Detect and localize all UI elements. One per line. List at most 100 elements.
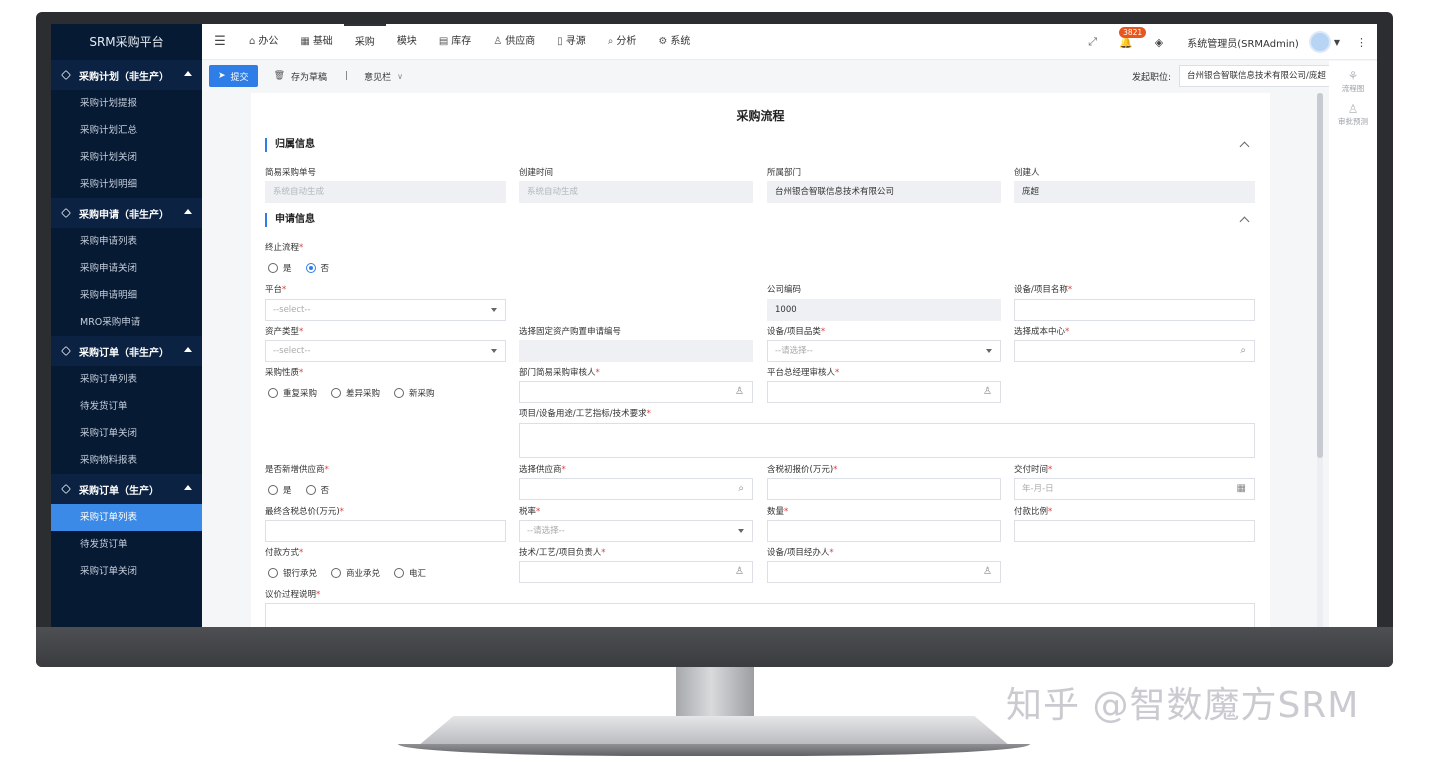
field-label: 简易采购单号	[265, 168, 317, 178]
sidebar-item[interactable]: 待发货订单	[51, 531, 202, 558]
final-price-input[interactable]	[265, 520, 506, 542]
calendar-icon[interactable]: ▦	[1237, 479, 1246, 499]
sidebar-item[interactable]: 采购申请关闭	[51, 255, 202, 282]
fullscreen-icon[interactable]: ⤢	[1088, 35, 1097, 49]
sidebar-item[interactable]: 采购订单关闭	[51, 558, 202, 585]
quantity-input[interactable]	[767, 520, 1001, 542]
radio-bank-acceptance[interactable]: 银行承兑	[268, 567, 317, 579]
menu-toggle-icon[interactable]: ☰	[202, 34, 238, 49]
user-icon[interactable]: ♙	[983, 562, 992, 582]
platform-select[interactable]: --select--	[265, 299, 506, 321]
sourcing-icon: ▯	[557, 35, 563, 47]
sidebar-group-plan[interactable]: 采购计划（非生产）	[51, 60, 202, 90]
right-panel: ⚘ 流程图 ♙ 审批预测	[1329, 61, 1377, 627]
radio-repeat[interactable]: 重复采购	[268, 387, 317, 399]
purpose-textarea[interactable]	[519, 423, 1255, 458]
radio-yes[interactable]: 是	[268, 262, 292, 274]
radio-wire[interactable]: 电汇	[394, 567, 426, 579]
sidebar-item[interactable]: 采购订单列表	[51, 366, 202, 393]
approval-forecast-button[interactable]: ♙ 审批预测	[1329, 102, 1377, 127]
collapse-icon[interactable]	[1239, 141, 1250, 152]
sidebar-item[interactable]: MRO采购申请	[51, 309, 202, 336]
layers-icon[interactable]: ◈	[1155, 36, 1163, 49]
user-icon[interactable]: ♙	[735, 562, 744, 582]
scrollbar[interactable]	[1317, 93, 1323, 627]
nav-supplier[interactable]: ♙ 供应商	[482, 24, 546, 60]
user-name[interactable]: 系统管理员(SRMAdmin)	[1187, 35, 1299, 50]
dept-reviewer-input[interactable]: ♙	[519, 381, 753, 403]
radio-no[interactable]: 否	[305, 484, 329, 496]
tax-rate-select[interactable]: --请选择--	[519, 520, 753, 542]
field-label: 议价过程说明*	[265, 590, 321, 600]
field-label: 选择固定资产购置申请编号	[519, 327, 622, 337]
field-label: 付款方式*	[265, 548, 304, 558]
notification-bell[interactable]: 🔔 3821	[1119, 26, 1147, 49]
chevron-down-icon[interactable]: ▼	[1334, 38, 1340, 47]
radio-commercial-acceptance[interactable]: 商业承兑	[331, 567, 380, 579]
creator-field: 庞超	[1014, 181, 1255, 203]
toolbar: ➤ 提交 🗑 存为草稿 | 意见栏 ∨ 发起职位: 台州银合智联信息技术有限公司/庞超	[202, 61, 1377, 91]
cost-center-input[interactable]: ⌕	[1014, 340, 1255, 362]
search-icon[interactable]: ⌕	[1240, 341, 1246, 361]
tech-owner-input[interactable]: ♙	[519, 561, 753, 583]
nav-analysis[interactable]: ⌕ 分析	[597, 24, 648, 60]
sidebar-item[interactable]: 采购计划明细	[51, 171, 202, 198]
fixed-asset-no-field	[519, 340, 753, 362]
submit-button[interactable]: ➤ 提交	[209, 65, 258, 87]
nav-purchase[interactable]: 采购	[343, 24, 386, 60]
user-icon[interactable]: ♙	[735, 382, 744, 402]
nav-inventory[interactable]: ▤ 库存	[428, 24, 482, 60]
sidebar-group-order-nonprod[interactable]: 采购订单（非生产）	[51, 336, 202, 366]
radio-new[interactable]: 新采购	[394, 387, 435, 399]
handler-input[interactable]: ♙	[767, 561, 1001, 583]
collapse-icon[interactable]	[1239, 216, 1250, 227]
delivery-date-input[interactable]: 年-月-日 ▦	[1014, 478, 1255, 500]
project-name-input[interactable]	[1014, 299, 1255, 321]
nav-sourcing[interactable]: ▯ 寻源	[546, 24, 597, 60]
gm-reviewer-input[interactable]: ♙	[767, 381, 1001, 403]
sidebar-item[interactable]: 采购申请列表	[51, 228, 202, 255]
asset-type-select[interactable]: --select--	[265, 340, 506, 362]
sidebar-group-order-prod[interactable]: 采购订单（生产）	[51, 474, 202, 504]
initial-price-input[interactable]	[767, 478, 1001, 500]
caret-up-icon	[184, 209, 192, 214]
scrollbar-thumb[interactable]	[1317, 93, 1323, 458]
nav-office[interactable]: ⌂ 办公	[238, 24, 289, 60]
field-label: 部门简易采购审核人*	[519, 368, 600, 378]
sidebar-item[interactable]: 采购订单关闭	[51, 420, 202, 447]
watermark: 知乎 @智数魔方SRM	[1006, 685, 1360, 726]
sidebar: SRM采购平台 采购计划（非生产） 采购计划提报 采购计划汇总 采购计划关闭 采…	[51, 24, 202, 627]
field-label: 采购性质*	[265, 368, 304, 378]
field-label: 所属部门	[767, 168, 802, 178]
radio-no[interactable]: 否	[305, 262, 329, 274]
sidebar-item[interactable]: 采购计划提报	[51, 90, 202, 117]
sidebar-item[interactable]: 待发货订单	[51, 393, 202, 420]
sidebar-item[interactable]: 采购物料报表	[51, 447, 202, 474]
sidebar-item[interactable]: 采购申请明细	[51, 282, 202, 309]
caret-up-icon	[184, 347, 192, 352]
flowchart-button[interactable]: ⚘ 流程图	[1329, 69, 1377, 94]
negotiation-textarea[interactable]	[265, 603, 1255, 627]
radio-yes[interactable]: 是	[268, 484, 292, 496]
search-icon[interactable]: ⌕	[738, 479, 744, 499]
category-select[interactable]: --请选择--	[767, 340, 1001, 362]
radio-difference[interactable]: 差异采购	[331, 387, 380, 399]
payment-ratio-input[interactable]	[1014, 520, 1255, 542]
sidebar-item[interactable]: 采购计划关闭	[51, 144, 202, 171]
sidebar-item[interactable]: 采购计划汇总	[51, 117, 202, 144]
sidebar-item-active[interactable]: 采购订单列表	[51, 504, 202, 531]
more-icon[interactable]: ⋮	[1356, 36, 1367, 49]
field-label: 含税初报价(万元)*	[767, 465, 838, 475]
create-time-field: 系统自动生成	[519, 181, 753, 203]
opinion-dropdown[interactable]: 意见栏 ∨	[364, 70, 403, 83]
nav-system[interactable]: ⚙ 系统	[647, 24, 701, 60]
nav-module[interactable]: 模块	[386, 24, 428, 60]
user-icon[interactable]: ♙	[983, 382, 992, 402]
save-draft-button[interactable]: 🗑 存为草稿	[274, 70, 327, 83]
field-label: 付款比例*	[1014, 507, 1053, 517]
nav-basic[interactable]: ▦ 基础	[289, 24, 343, 60]
sidebar-group-request[interactable]: 采购申请（非生产）	[51, 198, 202, 228]
supplier-input[interactable]: ⌕	[519, 478, 753, 500]
avatar[interactable]	[1308, 31, 1331, 53]
page-title: 采购流程	[736, 109, 785, 123]
